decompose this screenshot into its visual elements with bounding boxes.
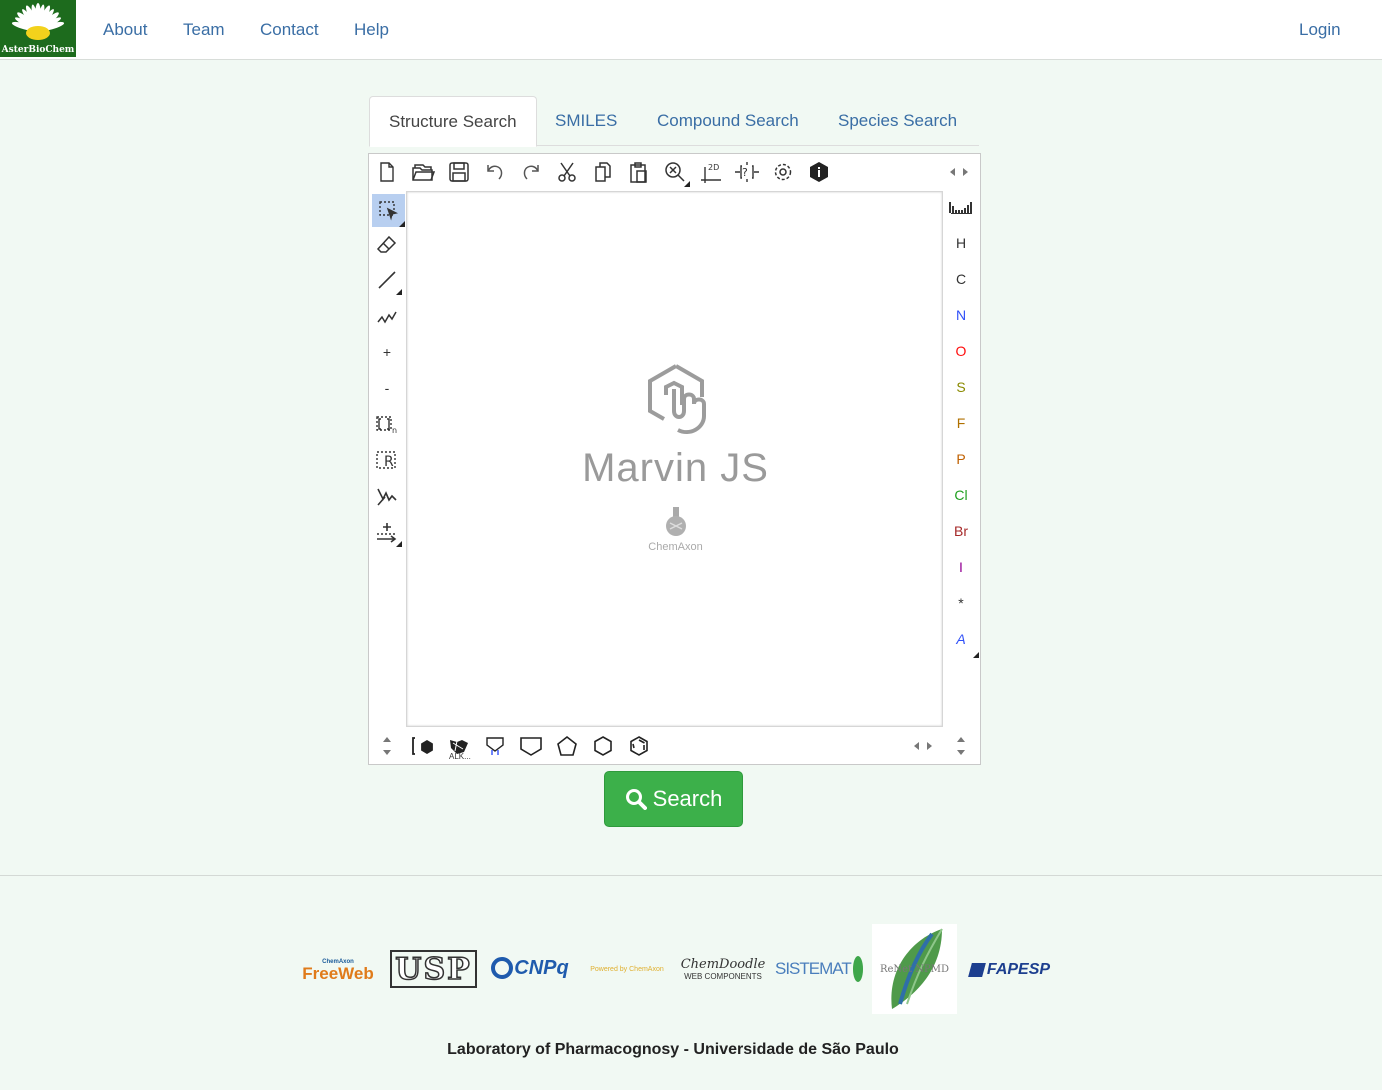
atom-list-corner: [973, 652, 979, 658]
element-cl-button[interactable]: Cl: [946, 480, 976, 510]
nav-login[interactable]: Login: [1299, 20, 1341, 40]
search-button-label: Search: [652, 786, 723, 811]
partner-chemdoodle-top: ChemDoodle: [680, 957, 766, 973]
chain-icon[interactable]: [372, 301, 402, 331]
single-bond-icon[interactable]: [372, 265, 402, 295]
navbar: AsterBioChem About Team Contact Help Log…: [0, 0, 1382, 60]
left-toolbar-scroll-icon[interactable]: [372, 731, 402, 761]
benzene-icon[interactable]: [624, 731, 654, 761]
new-document-icon[interactable]: [372, 157, 402, 187]
charge-plus-button[interactable]: +: [372, 337, 402, 367]
rgroup-icon[interactable]: R: [372, 445, 402, 475]
tab-species-search[interactable]: Species Search: [819, 96, 976, 146]
charge-minus-button[interactable]: -: [372, 373, 402, 403]
bottom-toolbar-scroll-horizontal-icon[interactable]: [908, 731, 938, 761]
redo-icon[interactable]: [516, 157, 546, 187]
tab-compound-search[interactable]: Compound Search: [638, 96, 818, 146]
atom-list-button[interactable]: A: [946, 624, 976, 654]
reaction-plus-icon[interactable]: [372, 517, 402, 547]
query-icon[interactable]: ?: [732, 157, 762, 187]
partner-sistemat-logo[interactable]: SISTEMAT: [775, 952, 863, 986]
eraser-icon[interactable]: [372, 230, 402, 260]
element-i-button[interactable]: I: [946, 552, 976, 582]
open-file-icon[interactable]: [408, 157, 438, 187]
marvin-logo-icon: [407, 362, 944, 447]
partner-usp-logo[interactable]: USP: [390, 950, 477, 988]
partner-chemaxon-freeweb-logo[interactable]: ChemAxon FreeWeb: [295, 955, 381, 985]
logo-text: AsterBioChem: [1, 45, 75, 55]
fapesp-mark-icon: [968, 963, 986, 977]
element-p-button[interactable]: P: [946, 444, 976, 474]
svg-text:n: n: [392, 426, 397, 435]
info-icon[interactable]: [804, 157, 834, 187]
nav-contact[interactable]: Contact: [260, 20, 319, 40]
search-icon: [625, 789, 647, 810]
partner-fapesp-text: FAPESP: [986, 961, 1051, 978]
partner-renetnpmd-logo[interactable]: ReNet NPMD: [872, 924, 957, 1014]
partner-cnpq-text: CNPq: [514, 956, 569, 979]
partner-freeweb-text: FreeWeb: [302, 963, 374, 983]
cyclobutane-icon[interactable]: [516, 731, 546, 761]
element-o-button[interactable]: O: [946, 336, 976, 366]
sistemat-leaf-icon: [852, 956, 863, 982]
copy-icon[interactable]: [588, 157, 618, 187]
nav-about[interactable]: About: [103, 20, 147, 40]
nav-team[interactable]: Team: [183, 20, 225, 40]
right-toolbar-scroll-icon[interactable]: [946, 731, 976, 761]
partner-renetnpmd-text: ReNet NPMD: [879, 963, 950, 975]
footer-divider: [0, 875, 1382, 876]
asterbiochem-logo[interactable]: AsterBioChem: [0, 0, 76, 57]
partner-fapesp-logo[interactable]: FAPESP: [966, 955, 1054, 985]
chemaxon-flask-icon: [407, 506, 944, 543]
clean-2d-icon[interactable]: 2D: [696, 157, 726, 187]
element-h-button[interactable]: H: [946, 228, 976, 258]
select-tool-icon[interactable]: [372, 194, 405, 227]
drawing-canvas[interactable]: Marvin JS ChemAxon: [406, 191, 943, 727]
partner-chemdoodle-bottom: WEB COMPONENTS: [684, 971, 762, 981]
partner-cnpq-logo[interactable]: CNPq: [487, 948, 573, 988]
watermark-vendor: ChemAxon: [648, 541, 703, 553]
cyclopentane-icon[interactable]: [552, 731, 582, 761]
svg-text:2D: 2D: [708, 163, 719, 172]
reaction-arrow-icon[interactable]: [372, 481, 402, 511]
periodic-table-icon[interactable]: [946, 192, 976, 222]
marvin-editor: 2D ? + - n R Marvin JS ChemAxon H C N O …: [368, 153, 981, 765]
element-br-button[interactable]: Br: [946, 516, 976, 546]
svg-text:R: R: [384, 454, 394, 470]
zoom-clear-icon[interactable]: [660, 157, 690, 187]
paste-icon[interactable]: [624, 157, 654, 187]
cyclohexane-icon[interactable]: [588, 731, 618, 761]
template-library-icon[interactable]: [408, 731, 438, 761]
cut-icon[interactable]: [552, 157, 582, 187]
partner-chemdoodle-logo[interactable]: ChemDoodle WEB COMPONENTS: [680, 955, 766, 985]
undo-icon[interactable]: [480, 157, 510, 187]
partner-powered-chemaxon-logo[interactable]: Powered by ChemAxon: [584, 962, 670, 976]
svg-text:?: ?: [742, 166, 748, 179]
tab-structure-search[interactable]: Structure Search: [369, 96, 537, 147]
element-f-button[interactable]: F: [946, 408, 976, 438]
partner-sistemat-text: SISTEMAT: [775, 959, 852, 978]
watermark-title: Marvin JS: [582, 446, 769, 490]
template-alk-icon[interactable]: ALK...: [444, 731, 474, 761]
save-icon[interactable]: [444, 157, 474, 187]
element-s-button[interactable]: S: [946, 372, 976, 402]
toolbar-scroll-horizontal-icon[interactable]: [944, 157, 974, 187]
search-tabs: Structure Search SMILES Compound Search …: [369, 96, 979, 147]
cnpq-ring-icon: [491, 957, 514, 979]
footer-text: Laboratory of Pharmacognosy - Universida…: [447, 1041, 899, 1058]
nav-help[interactable]: Help: [354, 20, 389, 40]
search-button[interactable]: Search: [604, 771, 743, 827]
template-amino-icon[interactable]: [480, 731, 510, 761]
element-any-button[interactable]: *: [946, 588, 976, 618]
daisy-icon: [11, 3, 65, 40]
tab-smiles[interactable]: SMILES: [536, 96, 636, 146]
sgroup-icon[interactable]: n: [372, 409, 402, 439]
element-n-button[interactable]: N: [946, 300, 976, 330]
settings-icon[interactable]: [768, 157, 798, 187]
template-alk-label: ALK...: [449, 752, 471, 761]
element-c-button[interactable]: C: [946, 264, 976, 294]
